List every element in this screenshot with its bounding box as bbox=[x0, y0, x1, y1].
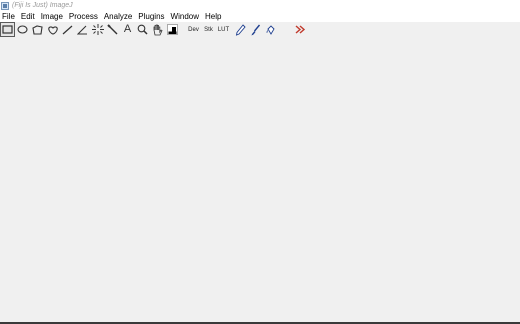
flood-fill-icon bbox=[266, 24, 275, 35]
freehand-icon bbox=[47, 25, 58, 35]
stack-menu-button[interactable]: Stk bbox=[201, 22, 216, 37]
wand-tool-button[interactable] bbox=[105, 22, 120, 37]
lut-menu-icon: LUT bbox=[217, 26, 230, 33]
brush-tool-button[interactable] bbox=[248, 22, 263, 37]
main-content-area bbox=[0, 37, 520, 322]
pencil-icon bbox=[235, 23, 246, 36]
oval-icon bbox=[17, 25, 28, 34]
menu-bar: File Edit Image Process Analyze Plugins … bbox=[0, 11, 520, 22]
straight-line-icon bbox=[62, 25, 73, 34]
tool-bar: A Dev Stk LUT bbox=[0, 22, 520, 37]
color-picker-tool-button[interactable] bbox=[165, 22, 180, 37]
oval-tool-button[interactable] bbox=[15, 22, 30, 37]
menu-edit[interactable]: Edit bbox=[18, 11, 38, 22]
point-icon bbox=[91, 24, 104, 35]
fiji-app-icon bbox=[1, 1, 9, 10]
developer-menu-icon: Dev bbox=[188, 26, 199, 33]
more-tools-icon bbox=[295, 25, 306, 34]
stack-menu-icon: Stk bbox=[204, 26, 213, 33]
rectangle-icon bbox=[2, 25, 13, 34]
text-tool-button[interactable]: A bbox=[120, 22, 135, 37]
menu-window[interactable]: Window bbox=[168, 11, 202, 22]
menu-analyze[interactable]: Analyze bbox=[101, 11, 135, 22]
angle-icon bbox=[77, 25, 87, 35]
angle-tool-button[interactable] bbox=[75, 22, 90, 37]
color-picker-icon bbox=[167, 24, 178, 35]
wand-icon bbox=[107, 24, 118, 35]
hand-icon bbox=[153, 24, 163, 35]
more-tools-button[interactable] bbox=[293, 22, 308, 37]
polygon-icon bbox=[32, 24, 43, 35]
flood-fill-tool-button[interactable] bbox=[263, 22, 278, 37]
point-tool-button[interactable] bbox=[90, 22, 105, 37]
magnifier-tool-button[interactable] bbox=[135, 22, 150, 37]
menu-process[interactable]: Process bbox=[66, 11, 101, 22]
magnifier-icon bbox=[137, 24, 148, 35]
menu-plugins[interactable]: Plugins bbox=[135, 11, 167, 22]
rectangle-tool-button[interactable] bbox=[0, 22, 15, 37]
text-icon: A bbox=[123, 23, 132, 35]
lut-menu-button[interactable]: LUT bbox=[216, 22, 231, 37]
developer-menu-button[interactable]: Dev bbox=[186, 22, 201, 37]
straight-line-tool-button[interactable] bbox=[60, 22, 75, 37]
menu-image[interactable]: Image bbox=[38, 11, 66, 22]
brush-icon bbox=[251, 24, 261, 35]
hand-tool-button[interactable] bbox=[150, 22, 165, 37]
title-bar: (Fiji Is Just) ImageJ bbox=[0, 0, 520, 11]
imagej-window: (Fiji Is Just) ImageJ File Edit Image Pr… bbox=[0, 0, 520, 324]
pencil-tool-button[interactable] bbox=[233, 22, 248, 37]
polygon-tool-button[interactable] bbox=[30, 22, 45, 37]
freehand-tool-button[interactable] bbox=[45, 22, 60, 37]
window-title: (Fiji Is Just) ImageJ bbox=[12, 1, 73, 9]
menu-help[interactable]: Help bbox=[202, 11, 224, 22]
menu-file[interactable]: File bbox=[0, 11, 18, 22]
